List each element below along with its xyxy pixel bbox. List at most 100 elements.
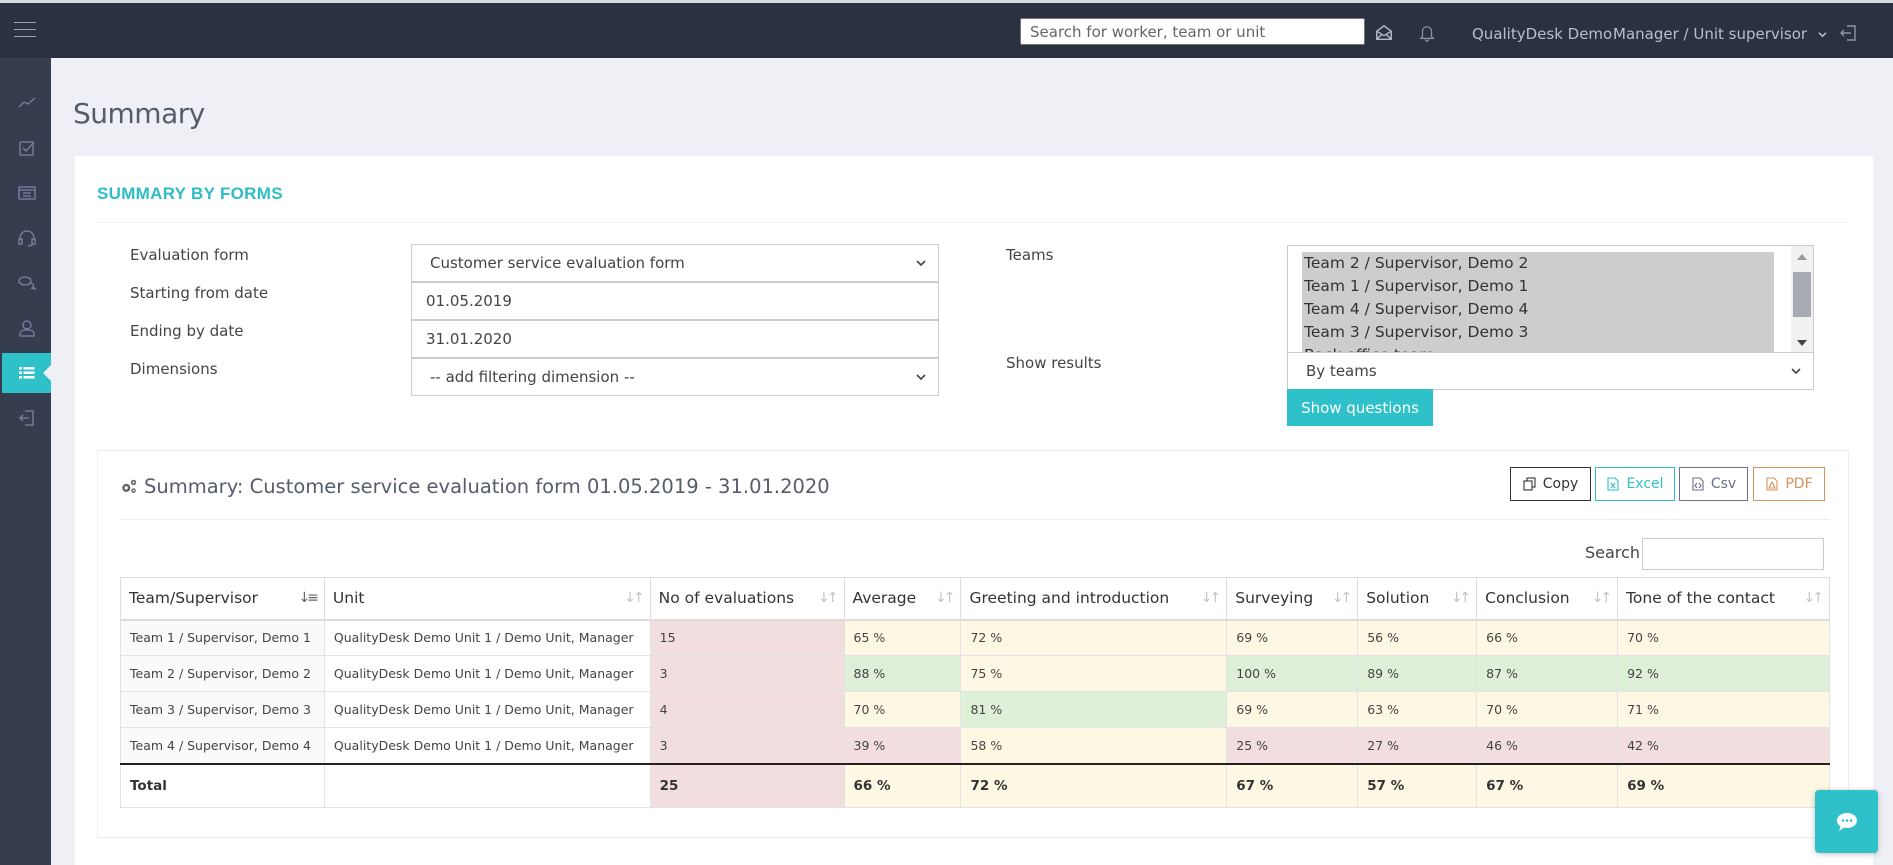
sidebar-item-dashboard[interactable] [2, 83, 51, 123]
sidebar-item-users[interactable] [2, 308, 51, 348]
table-cell: 4 [649, 691, 845, 728]
column-header-average[interactable]: Average ↓↑ [843, 577, 962, 621]
global-search-input[interactable] [1020, 18, 1365, 45]
table-cell: 67 % [1226, 762, 1359, 808]
start-date-input[interactable]: 01.05.2019 [411, 282, 939, 320]
chevron-down-icon [916, 260, 926, 267]
table-cell: 3 [649, 727, 845, 764]
table-cell: Team 1 / Supervisor, Demo 1 [120, 619, 325, 656]
checkbox-icon [18, 141, 34, 156]
bell-icon[interactable] [1418, 24, 1436, 42]
dimensions-select[interactable]: -- add filtering dimension -- [411, 358, 939, 396]
sign-out-icon[interactable] [1839, 23, 1857, 41]
table-cell: 69 % [1226, 691, 1359, 728]
sidebar-item-conversations[interactable] [2, 263, 51, 303]
table-cell: 42 % [1617, 727, 1830, 764]
sort-asc-icon[interactable]: ↓≡ [298, 590, 319, 606]
table-cell: Team 2 / Supervisor, Demo 2 [120, 655, 325, 692]
column-header-conclusion[interactable]: Conclusion ↓↑ [1476, 577, 1619, 621]
column-header-greeting[interactable]: Greeting and introduction ↓↑ [960, 577, 1228, 621]
table-header-row: Team/Supervisor ↓≡ Unit ↓↑ No of evaluatio… [120, 577, 1830, 621]
show-results-select[interactable]: By teams [1287, 352, 1814, 390]
sort-icon[interactable]: ↓↑ [624, 590, 645, 606]
file-pdf-icon [1766, 477, 1778, 491]
sort-icon[interactable]: ↓↑ [1804, 590, 1825, 606]
divider [97, 222, 1849, 223]
pdf-button[interactable]: PDF [1753, 467, 1825, 501]
scroll-thumb[interactable] [1793, 272, 1811, 317]
page-title: Summary [73, 97, 205, 130]
start-date-label: Starting from date [130, 284, 269, 302]
column-header-unit[interactable]: Unit ↓↑ [323, 577, 651, 621]
team-option[interactable]: Team 3 / Supervisor, Demo 3 [1302, 321, 1774, 344]
table-cell: 100 % [1226, 655, 1359, 692]
sort-icon[interactable]: ↓↑ [818, 590, 839, 606]
summary-panel: SUMMARY BY FORMS Evaluation form Custome… [75, 156, 1873, 865]
evaluation-form-select[interactable]: Customer service evaluation form [411, 244, 939, 282]
table-cell [323, 762, 651, 808]
table-cell: 69 % [1617, 762, 1830, 808]
table-row: Team 3 / Supervisor, Demo 3 QualityDesk D… [120, 691, 1830, 728]
table-cell: QualityDesk Demo Unit 1 / Demo Unit, Man… [323, 727, 651, 764]
sort-icon[interactable]: ↓↑ [1201, 590, 1222, 606]
csv-button[interactable]: Csv [1679, 467, 1748, 501]
pdf-label: PDF [1785, 476, 1813, 492]
teams-multiselect[interactable]: Team 2 / Supervisor, Demo 2 Team 1 / Sup… [1287, 245, 1814, 355]
sort-icon[interactable]: ↓↑ [1592, 590, 1613, 606]
table-cell: QualityDesk Demo Unit 1 / Demo Unit, Man… [323, 655, 651, 692]
table-cell: 63 % [1357, 691, 1478, 728]
end-date-label: Ending by date [130, 322, 244, 340]
table-cell: 66 % [1476, 619, 1619, 656]
panel-title: SUMMARY BY FORMS [97, 184, 283, 203]
table-search-input[interactable] [1642, 538, 1824, 570]
column-header-solution[interactable]: Solution ↓↑ [1357, 577, 1478, 621]
table-row: Team 2 / Supervisor, Demo 2 QualityDesk D… [120, 655, 1830, 692]
table-cell: QualityDesk Demo Unit 1 / Demo Unit, Man… [323, 691, 651, 728]
sidebar-item-calls[interactable] [2, 218, 51, 258]
end-date-input[interactable]: 31.01.2020 [411, 320, 939, 358]
user-role-menu[interactable]: Manager / Unit supervisor [1613, 25, 1827, 43]
table-cell: 25 % [1226, 727, 1359, 764]
top-bar: QualityDesk Demo Manager / Unit supervis… [0, 0, 1893, 58]
menu-icon[interactable] [14, 22, 36, 38]
table-cell: 70 % [843, 691, 962, 728]
sidebar [0, 58, 51, 865]
excel-button[interactable]: Excel [1595, 467, 1675, 501]
table-cell: 65 % [843, 619, 962, 656]
column-header-surveying[interactable]: Surveying ↓↑ [1226, 577, 1359, 621]
team-option[interactable]: Team 2 / Supervisor, Demo 2 [1302, 252, 1774, 275]
table-cell: Team 4 / Supervisor, Demo 4 [120, 727, 325, 764]
sidebar-item-logout[interactable] [2, 398, 51, 438]
copy-label: Copy [1542, 476, 1579, 492]
file-excel-icon [1607, 477, 1620, 491]
sidebar-item-reports[interactable] [2, 173, 51, 213]
teams-scrollbar[interactable] [1791, 246, 1813, 354]
show-questions-button[interactable]: Show questions [1287, 389, 1433, 426]
sort-icon[interactable]: ↓↑ [935, 590, 956, 606]
scroll-up-arrow-icon[interactable] [1797, 254, 1807, 260]
column-header-evaluations[interactable]: No of evaluations ↓↑ [649, 577, 845, 621]
sort-icon[interactable]: ↓↑ [1451, 590, 1472, 606]
team-option[interactable]: Team 4 / Supervisor, Demo 4 [1302, 298, 1774, 321]
sidebar-item-evaluations[interactable] [2, 128, 51, 168]
table-cell: 3 [649, 655, 845, 692]
teams-label: Teams [1006, 246, 1054, 264]
show-results-value: By teams [1306, 362, 1377, 380]
user-icon [18, 320, 35, 337]
copy-button[interactable]: Copy [1510, 467, 1591, 501]
table-cell: 70 % [1617, 619, 1830, 656]
scroll-down-arrow-icon[interactable] [1797, 340, 1807, 346]
table-row: Team 4 / Supervisor, Demo 4 QualityDesk D… [120, 727, 1830, 764]
envelope-open-icon[interactable] [1375, 24, 1393, 42]
table-cell: 71 % [1617, 691, 1830, 728]
chat-button[interactable] [1815, 790, 1878, 853]
table-cell: 57 % [1357, 762, 1478, 808]
team-option[interactable]: Team 1 / Supervisor, Demo 1 [1302, 275, 1774, 298]
sort-icon[interactable]: ↓↑ [1332, 590, 1353, 606]
table-cell: 66 % [843, 762, 962, 808]
column-header-tone[interactable]: Tone of the contact ↓↑ [1617, 577, 1830, 621]
sidebar-item-summary[interactable] [2, 353, 51, 393]
list-box-icon [17, 186, 36, 200]
column-header-team-supervisor[interactable]: Team/Supervisor ↓≡ [120, 577, 325, 621]
evaluation-form-label: Evaluation form [130, 246, 249, 264]
